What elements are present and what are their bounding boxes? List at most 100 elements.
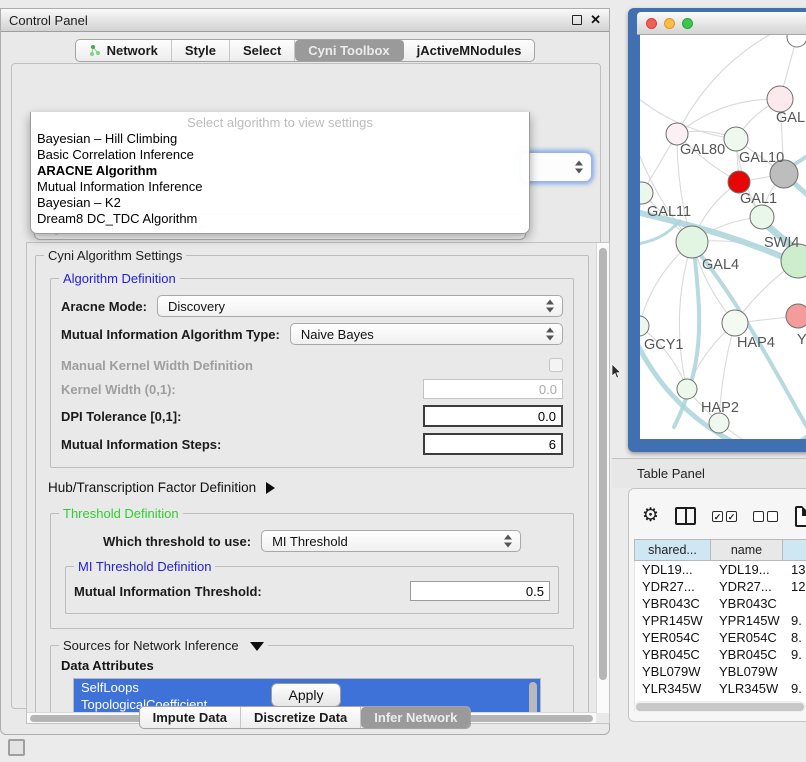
data-attributes-label: Data Attributes [61,658,563,673]
collapse-arrow-icon[interactable] [250,642,264,651]
tab-discretize-data[interactable]: Discretize Data [241,707,361,728]
scrollbar-thumb[interactable] [636,703,804,711]
vertical-scrollbar[interactable] [596,243,609,713]
tab-impute-data-label: Impute Data [153,710,227,725]
network-edge [677,35,780,134]
combo-arrows-icon [575,161,583,174]
select-all-icon[interactable]: ✓ ✓ [712,511,737,522]
network-window-titlebar[interactable] [637,12,806,35]
table-cell: YDL19... [712,562,784,577]
algorithm-combo-fragment[interactable] [520,152,592,182]
column-header-a[interactable]: A [783,539,806,561]
table-row[interactable]: YDR27...YDR27...12 [635,578,806,595]
table-cell: YBR045C [712,647,784,662]
combo-arrows-icon [546,328,556,341]
network-graph[interactable]: GALGAL80GAL10GAL1GAL11GAL4SWI4HAP4YGCY1H… [640,35,806,439]
node-table: shared...nameA YDL19...YDL19...13YDR27..… [634,539,806,711]
expand-arrow-icon[interactable] [266,482,275,494]
column-header-name[interactable]: name [711,539,783,561]
network-node[interactable] [709,413,729,433]
algorithm-dropdown-popup: Select algorithm to view settings Bayesi… [30,112,530,234]
minimize-traffic-light-icon[interactable] [664,18,675,29]
table-horizontal-scrollbar[interactable] [634,701,806,712]
close-icon[interactable]: ✕ [590,15,601,25]
dpi-tolerance-field[interactable]: 0.0 [423,405,563,427]
export-table-icon[interactable] [795,506,806,527]
table-panel-header[interactable]: Table Panel [612,458,806,488]
table-row[interactable]: YDL19...YDL19...13 [635,561,806,578]
algorithm-option-bayesian-k2[interactable]: Bayesian – K2 [31,195,529,211]
mi-threshold-field[interactable]: 0.5 [410,581,550,601]
tab-style[interactable]: Style [172,40,230,61]
table-row[interactable]: YLR345WYLR345W9. [635,680,806,697]
mi-threshold-title: MI Threshold Definition [74,559,215,574]
node-label-y: Y [797,332,806,348]
network-canvas[interactable]: GALGAL80GAL10GAL1GAL11GAL4SWI4HAP4YGCY1H… [640,35,806,439]
network-node-gal[interactable] [767,86,793,112]
aracne-mode-combo[interactable]: Discovery [157,295,563,317]
network-node-gal10[interactable] [724,127,748,151]
network-node-gal4[interactable] [676,226,708,258]
table-cell: YLR345W [635,681,712,696]
deselect-all-icon[interactable] [753,511,778,522]
tab-cyni-toolbox-label: Cyni Toolbox [308,43,389,58]
columns-icon[interactable] [675,507,696,525]
sources-title[interactable]: Sources for Network Inference [59,638,268,653]
table-cell: 8. [784,630,806,645]
table-cell: YBL079W [712,664,784,679]
tab-select[interactable]: Select [230,40,295,61]
table-toolbar: ⚙ ✓ ✓ [629,503,806,529]
tab-infer-network[interactable]: Infer Network [361,707,470,728]
control-panel-titlebar[interactable]: Control Panel ✕ [1,9,609,32]
network-node-hap4[interactable] [722,310,748,336]
apply-button[interactable]: Apply [271,683,341,707]
table-row[interactable]: YBR045CYBR045C9. [635,646,806,663]
node-label-gal11: GAL11 [647,204,691,220]
network-node[interactable] [728,171,750,193]
combo-arrows-icon [546,300,556,313]
aracne-mode-label: Aracne Mode: [61,299,147,314]
cyni-algorithm-settings-group: Cyni Algorithm Settings Algorithm Defini… [35,255,589,713]
table-row[interactable]: YBR043CYBR043C [635,595,806,612]
table-row[interactable]: YER054CYER054C8. [635,629,806,646]
dpi-tolerance-label: DPI Tolerance [0,1]: [61,409,181,424]
gear-icon[interactable]: ⚙ [642,506,659,526]
mi-steps-field[interactable]: 6 [423,433,563,455]
algorithm-option-mutual-information-inference[interactable]: Mutual Information Inference [31,179,529,195]
network-node[interactable] [787,35,806,47]
kernel-width-field[interactable]: 0.0 [423,379,563,399]
tab-network-label: Network [107,43,158,58]
network-node-hap2[interactable] [677,379,697,399]
table-cell: 9. [784,647,806,662]
column-header-shared[interactable]: shared... [634,539,711,561]
node-label-swi4: SWI4 [764,235,799,251]
hub-definition-section[interactable]: Hub/Transcription Factor Definition [48,480,582,495]
node-label-gal80: GAL80 [680,142,725,158]
tab-impute-data[interactable]: Impute Data [140,707,241,728]
kernel-width-label: Kernel Width (0,1): [61,382,176,397]
algorithm-option-basic-correlation-inference[interactable]: Basic Correlation Inference [31,147,529,163]
manual-kernel-checkbox[interactable] [549,358,563,372]
close-traffic-light-icon[interactable] [646,18,657,29]
network-node-y[interactable] [786,304,806,328]
algorithm-option-aracne-algorithm[interactable]: ARACNE Algorithm [31,163,529,179]
network-node-gal11[interactable] [640,182,653,204]
network-node-gal1[interactable] [750,205,774,229]
tab-cyni-toolbox[interactable]: Cyni Toolbox [295,40,403,61]
mi-algorithm-type-combo[interactable]: Naive Bayes [290,323,563,345]
zoom-traffic-light-icon[interactable] [682,18,693,29]
table-row[interactable]: YBL079WYBL079W [635,663,806,680]
scrollbar-thumb[interactable] [599,248,607,680]
control-panel-window: Control Panel ✕ Network Style Select Cyni T… [0,8,610,735]
tab-jactivemnodules[interactable]: jActiveMNodules [404,40,535,61]
collapsed-panel-icon[interactable] [8,739,25,756]
which-threshold-combo[interactable]: MI Threshold [261,530,521,552]
algorithm-option-dream8-dc-tdc-algorithm[interactable]: Dream8 DC_TDC Algorithm [31,211,529,227]
cyni-settings-title: Cyni Algorithm Settings [44,248,186,263]
tab-select-label: Select [243,43,281,58]
table-row[interactable]: YPR145WYPR145W9. [635,612,806,629]
table-cell: YLR345W [712,681,784,696]
tab-network[interactable]: Network [76,40,172,61]
algorithm-option-bayesian-hill-climbing[interactable]: Bayesian – Hill Climbing [31,131,529,147]
float-window-icon[interactable] [572,15,582,25]
